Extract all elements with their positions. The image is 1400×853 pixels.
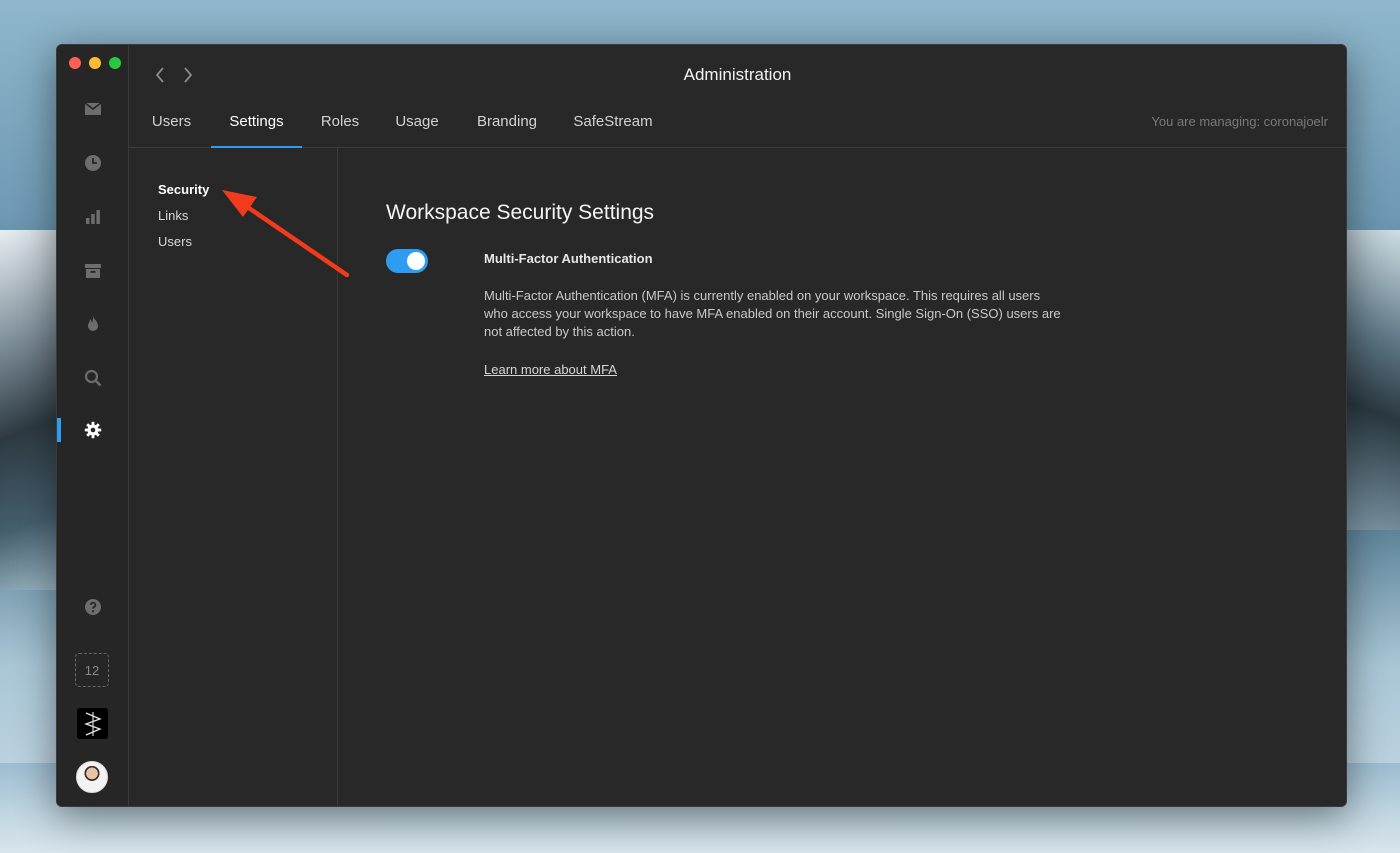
tab-usage[interactable]: Usage [383, 113, 451, 148]
tab-safestream[interactable]: SafeStream [563, 113, 663, 148]
desktop-background-right [1346, 230, 1400, 530]
app-window: 12 Administration Users Settings Roles U… [56, 44, 1347, 807]
sidebar-item-trending[interactable] [57, 308, 129, 340]
learn-more-mfa-link[interactable]: Learn more about MFA [484, 362, 617, 377]
mail-icon [84, 102, 102, 115]
minimize-window-button[interactable] [89, 57, 101, 69]
section-heading: Workspace Security Settings [386, 201, 655, 224]
sidebar-item-analytics[interactable] [57, 201, 129, 233]
flame-icon [88, 316, 98, 331]
notification-count-badge[interactable]: 12 [75, 653, 109, 687]
icon-sidebar: 12 [57, 45, 129, 806]
sidebar-item-settings[interactable] [57, 414, 129, 446]
mfa-description: Multi-Factor Authentication (MFA) is cur… [484, 288, 1061, 339]
gear-icon [84, 421, 102, 439]
admin-tabs: Users Settings Roles Usage Branding Safe… [129, 105, 1346, 148]
tab-settings[interactable]: Settings [211, 113, 302, 148]
workspace-logo-icon [83, 711, 102, 736]
subnav-item-links[interactable]: Links [158, 208, 188, 223]
search-icon [84, 369, 102, 387]
sidebar-item-recent[interactable] [57, 147, 129, 179]
sidebar-item-search[interactable] [57, 362, 129, 394]
bar-chart-icon [86, 210, 100, 224]
subnav-item-users[interactable]: Users [158, 234, 192, 249]
page-title: Administration [683, 65, 792, 84]
close-window-button[interactable] [69, 57, 81, 69]
sidebar-item-archive[interactable] [57, 255, 129, 287]
archive-icon [85, 264, 101, 278]
desktop-background [0, 230, 60, 590]
clock-icon [85, 155, 101, 171]
sidebar-item-inbox[interactable] [57, 93, 129, 125]
maximize-window-button[interactable] [109, 57, 121, 69]
workspace-logo[interactable] [77, 708, 108, 739]
tab-branding[interactable]: Branding [464, 113, 550, 148]
security-settings-panel: Workspace Security Settings Multi-Factor… [338, 148, 1346, 806]
mfa-toggle[interactable] [386, 249, 428, 273]
settings-subnav: Security Links Users [129, 148, 338, 806]
window-controls [69, 57, 121, 69]
sidebar-item-help[interactable] [57, 591, 129, 623]
subnav-item-security[interactable]: Security [158, 182, 209, 197]
user-avatar[interactable] [76, 761, 108, 793]
tab-users[interactable]: Users [129, 113, 214, 148]
managing-account-label: You are managing: coronajoelr [1151, 114, 1328, 129]
mfa-title: Multi-Factor Authentication [484, 251, 653, 266]
tab-roles[interactable]: Roles [307, 113, 373, 148]
help-icon [85, 599, 101, 615]
title-bar: Administration [129, 45, 1346, 105]
toggle-knob [407, 252, 425, 270]
